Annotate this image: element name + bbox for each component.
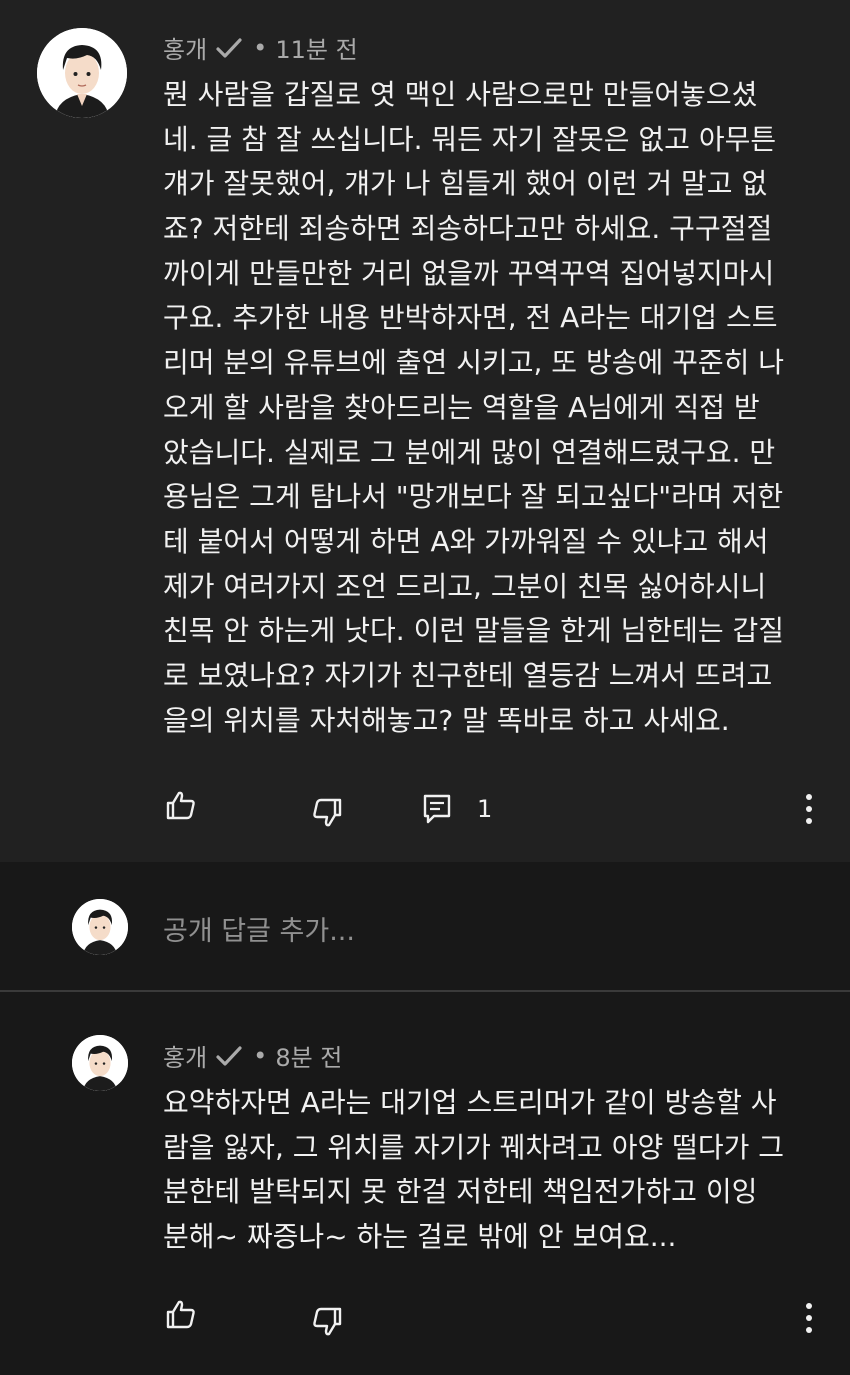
comment-line: 리머 분의 유튜브에 출연 시키고, 또 방송에 꾸준히 나: [163, 346, 785, 380]
checkmark-icon: [216, 1045, 242, 1066]
more-options-button[interactable]: [802, 1302, 816, 1334]
more-vertical-icon: [806, 1303, 812, 1333]
reply-input[interactable]: 공개 답글 추가...: [163, 909, 355, 948]
meta-separator: •: [253, 1041, 268, 1070]
reply-meta: 홍개 • 8분 전: [163, 1038, 342, 1073]
like-button[interactable]: [165, 789, 197, 821]
comment-meta: 홍개 • 11분 전: [163, 30, 358, 65]
thumbs-down-icon: [313, 798, 342, 827]
like-button[interactable]: [165, 1298, 197, 1330]
dislike-button[interactable]: [311, 1306, 343, 1338]
comment-line: 았습니다. 실제로 그 분에게 많이 연결해드렸구요. 만: [163, 435, 776, 469]
comment-line: 로 보였나요? 자기가 친구한테 열등감 느껴서 뜨려고: [163, 658, 773, 692]
replies-button[interactable]: 1: [423, 794, 492, 824]
meta-separator: •: [253, 33, 268, 62]
checkmark-icon: [216, 37, 242, 58]
dislike-button[interactable]: [311, 797, 343, 829]
thumbs-up-icon: [166, 791, 195, 820]
comment-line: 테 붙어서 어떻게 하면 A와 가까워질 수 있냐고 해서: [163, 524, 769, 558]
comment-line: 구요. 추가한 내용 반박하자면, 전 A라는 대기업 스트: [163, 301, 778, 335]
reply-text: 요약하자면 A라는 대기업 스트리머가 같이 방송할 사 람을 잃자, 그 위치…: [163, 1081, 784, 1260]
avatar-illustration: [72, 1035, 128, 1091]
comment-line: 뭔 사람을 갑질로 엿 맥인 사람으로만 만들어놓으셨: [163, 78, 758, 111]
reply-line: 분한테 발탁되지 못 한걸 저한테 책임전가하고 이잉: [163, 1175, 758, 1209]
avatar: [72, 899, 128, 955]
avatar[interactable]: [72, 1035, 128, 1091]
reply-input-bar: [0, 862, 850, 992]
reply-time[interactable]: 8분 전: [275, 1038, 342, 1073]
comment-icon: [423, 794, 451, 824]
comment-line: 용님은 그게 탐나서 "망개보다 잘 되고싶다"라며 저한: [163, 480, 784, 514]
reply-count: 1: [477, 795, 493, 823]
comment-time[interactable]: 11분 전: [275, 30, 357, 65]
comment-line: 제가 여러가지 조언 드리고, 그분이 친목 싫어하시니: [163, 569, 767, 603]
comment-text: 뭔 사람을 갑질로 엿 맥인 사람으로만 만들어놓으셨 네. 글 참 잘 쓰십니…: [163, 73, 784, 743]
more-vertical-icon: [806, 794, 812, 824]
comment-line: 죠? 저한테 죄송하면 죄송하다고만 하세요. 구구절절: [163, 212, 773, 246]
thumbs-up-icon: [166, 1300, 195, 1329]
comment-line: 걔가 잘못했어, 걔가 나 힘들게 했어 이런 거 말고 없: [163, 167, 768, 201]
more-options-button[interactable]: [802, 793, 816, 825]
comment-line: 네. 글 참 잘 쓰십니다. 뭐든 자기 잘못은 없고 아무튼: [163, 122, 777, 156]
author-name[interactable]: 홍개: [163, 1038, 207, 1073]
author-name[interactable]: 홍개: [163, 30, 207, 65]
avatar-illustration: [72, 899, 128, 955]
reply-line: 분해~ 짜증나~ 하는 걸로 밖에 안 보여요...: [163, 1220, 677, 1254]
comment-line: 친목 안 하는게 낫다. 이런 말들을 한게 님한테는 갑질: [163, 614, 785, 648]
reply-line: 요약하자면 A라는 대기업 스트리머가 같이 방송할 사: [163, 1086, 777, 1119]
comment-line: 오게 할 사람을 찾아드리는 역할을 A님에게 직접 받: [163, 390, 760, 424]
reply-card: 홍개 • 8분 전 요약하자면 A라는 대기업 스트리머가 같이 방송할 사 람…: [0, 992, 850, 1375]
thumbs-down-icon: [313, 1307, 342, 1336]
avatar-illustration: [37, 28, 127, 118]
comment-card: 홍개 • 11분 전 뭔 사람을 갑질로 엿 맥인 사람으로만 만들어놓으셨 네…: [0, 0, 850, 862]
reply-line: 람을 잃자, 그 위치를 자기가 꿰차려고 아양 떨다가 그: [163, 1130, 785, 1164]
comment-line: 을의 위치를 자처해놓고? 말 똑바로 하고 사세요.: [163, 703, 730, 737]
comment-line: 까이게 만들만한 거리 없을까 꾸역꾸역 집어넣지마시: [163, 256, 775, 290]
avatar[interactable]: [37, 28, 127, 118]
